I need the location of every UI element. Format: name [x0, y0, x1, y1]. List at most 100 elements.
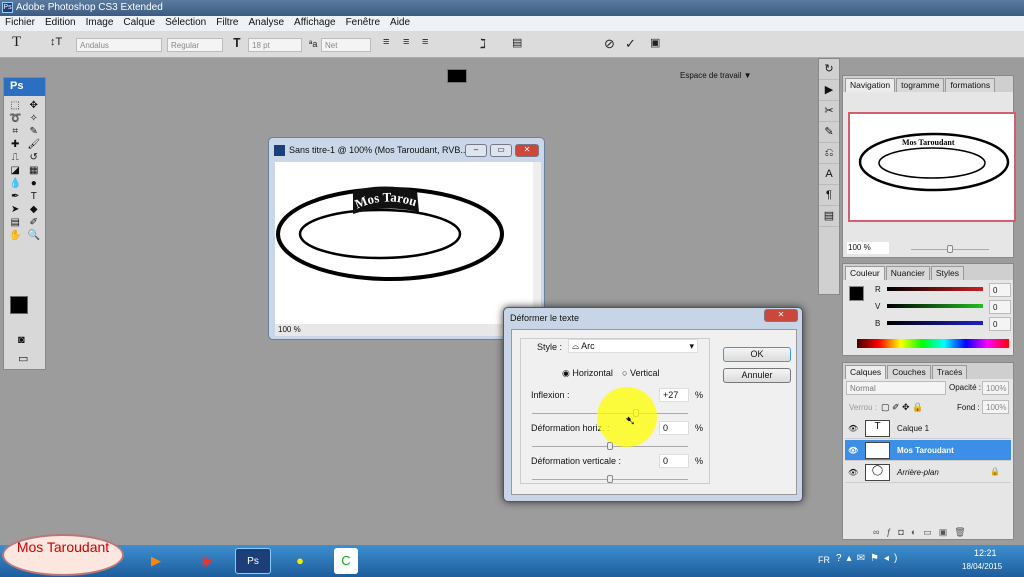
- layer-row[interactable]: 👁 ◯ Arrière-plan 🔒: [845, 462, 1011, 483]
- style-select[interactable]: ⌓ Arc ▾: [568, 339, 698, 353]
- slice-icon[interactable]: ✎: [26, 126, 43, 137]
- dialog-close-button[interactable]: ✕: [764, 309, 798, 322]
- clone-source-icon[interactable]: ⎌: [819, 143, 839, 164]
- channel-input[interactable]: 0: [989, 317, 1011, 331]
- camtasia-icon[interactable]: C: [334, 548, 358, 574]
- eye-icon[interactable]: 👁: [848, 424, 858, 433]
- menu-filtre[interactable]: Filtre: [216, 17, 238, 30]
- chrome-icon[interactable]: ◉: [188, 548, 224, 574]
- tab-couleur[interactable]: Couleur: [845, 266, 885, 280]
- radio-horizontal[interactable]: ◉ Horizontal: [562, 368, 613, 379]
- align-right-icon[interactable]: ≡: [422, 36, 428, 48]
- photoshop-taskbar-icon[interactable]: Ps: [235, 548, 271, 574]
- eyedropper-icon[interactable]: ✐: [26, 217, 43, 228]
- path-select-icon[interactable]: ➤: [7, 204, 24, 215]
- eraser-icon[interactable]: ◪: [7, 165, 24, 176]
- align-left-icon[interactable]: ≡: [383, 36, 389, 48]
- dodge-icon[interactable]: ●: [26, 178, 43, 189]
- tab-nuancier[interactable]: Nuancier: [885, 266, 930, 280]
- character-icon[interactable]: A: [819, 164, 839, 185]
- radio-vertical[interactable]: ○ Vertical: [622, 368, 659, 378]
- healing-icon[interactable]: ✚: [7, 139, 24, 150]
- tab-navigation[interactable]: Navigation: [845, 78, 896, 92]
- channel-input[interactable]: 0: [989, 300, 1011, 314]
- foreground-color[interactable]: [10, 296, 28, 314]
- menu-selection[interactable]: Sélection: [165, 17, 206, 30]
- actions-icon[interactable]: ▶: [819, 80, 839, 101]
- color-ramp[interactable]: [857, 339, 1009, 348]
- channel-slider[interactable]: [887, 304, 983, 308]
- cancel-icon[interactable]: ⊘: [604, 36, 615, 52]
- hand-icon[interactable]: ✋: [7, 230, 24, 241]
- channel-slider[interactable]: [887, 287, 983, 291]
- blend-mode-select[interactable]: Normal: [846, 381, 946, 395]
- clock-time[interactable]: 12:21: [974, 548, 997, 558]
- navigator-zoom-thumb[interactable]: [947, 245, 953, 253]
- notes-icon[interactable]: ▤: [7, 217, 24, 228]
- layer-footer-icons[interactable]: ∞ƒ◘◐▭▣🗑: [873, 527, 973, 538]
- channel-input[interactable]: 0: [989, 283, 1011, 297]
- paragraph-icon[interactable]: ¶: [819, 185, 839, 206]
- channel-slider[interactable]: [887, 321, 983, 325]
- menu-analyse[interactable]: Analyse: [248, 17, 284, 30]
- history-icon[interactable]: ↻: [819, 59, 839, 80]
- layer-row[interactable]: 👁 ⚲ Mos Taroudant: [845, 440, 1011, 461]
- text-color-swatch[interactable]: [447, 69, 467, 83]
- language-indicator[interactable]: FR: [818, 555, 830, 565]
- media-player-icon[interactable]: ▶: [138, 548, 174, 574]
- workspace-menu[interactable]: Espace de travail ▼: [680, 71, 752, 80]
- color-foreground[interactable]: [849, 286, 864, 301]
- font-family-select[interactable]: Andalus: [76, 38, 162, 52]
- type-icon[interactable]: T: [26, 191, 43, 202]
- warp-text-icon[interactable]: ℷ: [480, 36, 486, 52]
- menu-affichage[interactable]: Affichage: [294, 17, 336, 30]
- history-brush-icon[interactable]: ↺: [26, 152, 43, 163]
- gradient-icon[interactable]: ▦: [26, 165, 43, 176]
- brushes-icon[interactable]: ✎: [819, 122, 839, 143]
- maximize-button[interactable]: ▭: [490, 144, 512, 157]
- menu-aide[interactable]: Aide: [390, 17, 410, 30]
- ok-button[interactable]: OK: [723, 347, 791, 362]
- fill-input[interactable]: 100%: [982, 400, 1009, 414]
- shape-icon[interactable]: ◆: [26, 204, 43, 215]
- marquee-icon[interactable]: ⬚: [7, 100, 24, 111]
- tab-calques[interactable]: Calques: [845, 365, 887, 379]
- lasso-icon[interactable]: ➰: [7, 113, 24, 124]
- vdist-input[interactable]: 0: [659, 454, 689, 468]
- toggle-orientation-icon[interactable]: ↕T: [50, 36, 62, 48]
- vertical-scrollbar[interactable]: [533, 162, 541, 324]
- align-center-icon[interactable]: ≡: [403, 36, 409, 48]
- clock-date[interactable]: 18/04/2015: [962, 562, 1002, 571]
- app-taskbar-icon[interactable]: ●: [282, 548, 318, 574]
- menu-fenetre[interactable]: Fenêtre: [346, 17, 380, 30]
- navigator-preview[interactable]: Mos Taroudant: [848, 112, 1016, 222]
- tab-couches[interactable]: Couches: [887, 365, 931, 379]
- tab-info[interactable]: formations: [945, 78, 996, 92]
- magic-wand-icon[interactable]: ✧: [26, 113, 43, 124]
- antialias-select[interactable]: Net: [321, 38, 371, 52]
- eye-icon[interactable]: 👁: [848, 446, 858, 455]
- tab-histogram[interactable]: togramme: [896, 78, 945, 92]
- font-style-select[interactable]: Regular: [167, 38, 223, 52]
- stamp-icon[interactable]: ⎍: [7, 152, 24, 163]
- tab-styles[interactable]: Styles: [930, 266, 964, 280]
- lock-icons[interactable]: ▢ ✐ ✥ 🔒: [881, 402, 923, 413]
- commit-icon[interactable]: ✓: [625, 36, 636, 52]
- navigator-zoom[interactable]: 100 %: [847, 242, 889, 254]
- crop-icon[interactable]: ⌗: [7, 126, 24, 137]
- tool-presets-icon[interactable]: ✂: [819, 101, 839, 122]
- palettes-icon[interactable]: ▤: [512, 36, 522, 49]
- menu-edition[interactable]: Edition: [45, 17, 76, 30]
- vdist-slider-thumb[interactable]: [607, 475, 613, 483]
- menu-fichier[interactable]: Fichier: [5, 17, 35, 30]
- cancel-button[interactable]: Annuler: [723, 368, 791, 383]
- opacity-input[interactable]: 100%: [982, 381, 1009, 395]
- font-size-select[interactable]: 18 pt: [248, 38, 302, 52]
- inflexion-input[interactable]: +27: [659, 388, 689, 402]
- hdist-input[interactable]: 0: [659, 421, 689, 435]
- workspace-icon[interactable]: ▣: [650, 36, 660, 49]
- layer-comps-icon[interactable]: ▤: [819, 206, 839, 227]
- brush-icon[interactable]: 🖌: [26, 139, 43, 150]
- zoom-icon[interactable]: 🔍: [26, 230, 43, 241]
- close-button[interactable]: ✕: [515, 144, 539, 157]
